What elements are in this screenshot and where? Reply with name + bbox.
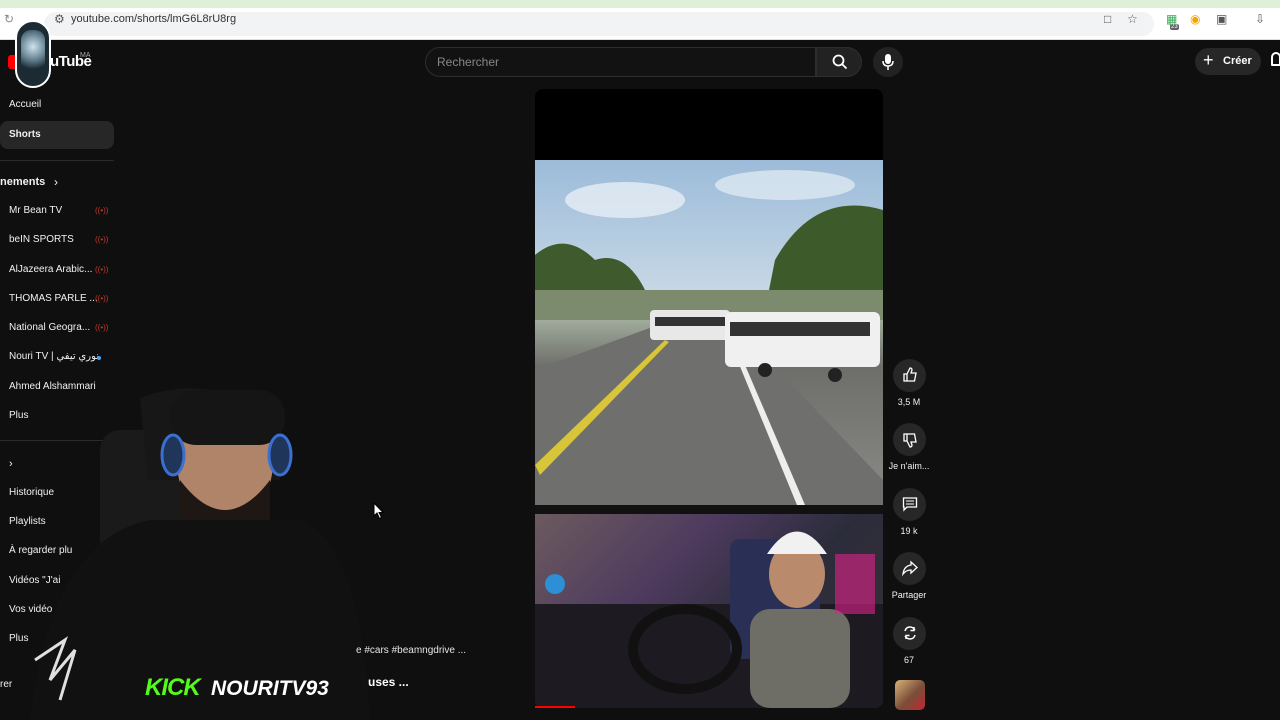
mouse-cursor-icon [373,502,385,520]
extension-badge: 23 [1170,24,1179,30]
install-app-icon[interactable]: □ [1104,12,1111,26]
like-button[interactable] [893,359,926,392]
bookmark-star-icon[interactable]: ☆ [1127,12,1138,26]
like-count: 3,5 M [897,397,921,407]
sidebar-item-subscription[interactable]: THOMAS PARLE ... [9,293,98,304]
live-indicator-icon: ((•)) [95,323,109,332]
address-bar-url[interactable]: youtube.com/shorts/lmG6L8rU8rg [71,13,236,25]
sidebar-item-explore[interactable]: rer [0,679,12,690]
comments-button[interactable] [893,488,926,521]
site-info-icon[interactable]: ⚙ [54,12,65,26]
short-title[interactable]: uses ... [368,675,409,689]
thumbs-down-icon [903,433,917,448]
remix-count: 67 [903,655,914,665]
sidebar-item-subscription[interactable]: Mr Bean TV [9,205,62,216]
share-button[interactable] [893,552,926,585]
sidebar-item-subscription[interactable]: beIN SPORTS [9,234,74,245]
sidebar-item-shorts-label[interactable]: Shorts [9,129,41,140]
country-code: MA [80,52,91,59]
dislike-label: Je n'aim... [888,461,930,471]
sidebar-item-more-you[interactable]: Plus [9,633,28,644]
create-label: Créer [1223,55,1252,67]
chevron-right-icon[interactable]: › [54,175,58,189]
dislike-button[interactable] [893,423,926,456]
sidebar-item-subscription[interactable]: Nouri TV | نوري تيفي [9,351,99,362]
short-video-facecam[interactable] [535,514,883,708]
live-indicator-icon: ((•)) [95,206,109,215]
live-indicator-icon: ((•)) [95,294,109,303]
remix-icon [904,626,916,640]
plus-icon: + [1203,50,1214,70]
browser-tabstrip [0,0,1280,8]
share-arrow-icon [902,560,918,576]
extension-orange-icon[interactable]: ◉ [1190,12,1200,26]
notifications-bell-icon[interactable] [1271,52,1280,66]
subscriptions-heading[interactable]: nements [0,176,45,188]
gameplay-scene [535,170,883,505]
reload-icon[interactable]: ↻ [4,12,14,26]
microphone-icon [882,54,894,70]
comment-icon [902,497,918,512]
extensions-puzzle-icon[interactable]: ▣ [1216,12,1227,26]
facecam-scene [535,531,883,708]
search-button[interactable] [816,47,862,77]
search-icon [832,54,848,70]
streamer-webcam-overlay [30,370,370,720]
channel-logo-overlay [15,20,51,88]
share-label: Partager [891,590,927,600]
downloads-icon[interactable]: ⇩ [1255,12,1265,26]
sidebar-item-home[interactable]: Accueil [9,99,41,110]
sidebar-item-subscription[interactable]: National Geogra... [9,322,90,333]
you-chevron-icon[interactable]: › [9,458,13,470]
search-placeholder: Rechercher [437,55,500,69]
streamer-figure [30,388,370,720]
split-divider [535,505,883,514]
sidebar-item-subscription[interactable]: AlJazeera Arabic... [9,264,92,275]
short-hashtags[interactable]: e #cars #beamngdrive ... [356,645,466,656]
video-progress-bar[interactable] [535,706,575,708]
new-content-dot [97,356,101,360]
sound-thumbnail[interactable] [895,680,925,710]
live-indicator-icon: ((•)) [95,265,109,274]
short-video-letterbox[interactable] [535,89,883,160]
live-indicator-icon: ((•)) [95,235,109,244]
remix-button[interactable] [893,617,926,650]
short-video-gameplay[interactable] [535,160,883,505]
sidebar-item-more[interactable]: Plus [9,410,28,421]
comment-count: 19 k [900,526,918,536]
sidebar-divider [0,160,114,161]
kick-logo: KICK [145,674,201,701]
voice-search-button[interactable] [873,47,903,77]
thumbs-up-icon [903,367,917,382]
kick-username: NOURITV93 [211,677,329,700]
